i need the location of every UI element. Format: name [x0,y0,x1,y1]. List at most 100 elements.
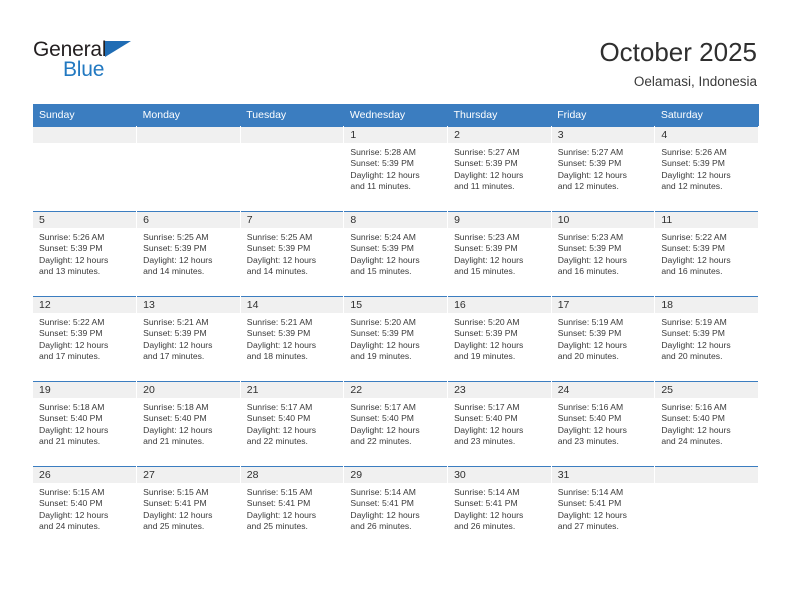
calendar-day-cell[interactable]: 18 Sunrise: 5:19 AM Sunset: 5:39 PM Dayligh… [654,296,759,382]
day-detail-line: Daylight: 12 hours [246,424,317,435]
day-detail-line: and 27 minutes. [557,521,619,532]
calendar-day-cell[interactable]: 3 Sunrise: 5:27 AM Sunset: 5:39 PM Daylight… [551,126,656,212]
day-detail-line: Daylight: 12 hours [557,254,627,265]
day-detail-line: Sunset: 5:40 PM [350,413,414,424]
calendar-day-cell[interactable]: 26 Sunrise: 5:15 AM Sunset: 5:40 PM Dayligh… [33,466,138,551]
day-number [33,127,137,143]
day-detail-line: Daylight: 12 hours [143,424,213,435]
day-number: 5 [33,212,137,228]
day-detail-line: Daylight: 12 hours [143,339,213,350]
calendar-week-row: 1 Sunrise: 5:28 AM Sunset: 5:39 PM Daylight… [33,126,759,212]
calendar-day-cell[interactable]: 25 Sunrise: 5:16 AM Sunset: 5:40 PM Dayligh… [654,381,759,467]
day-detail-line: Sunset: 5:41 PM [557,498,622,509]
general-blue-logo[interactable]: General Blue [33,38,153,84]
calendar-day-cell[interactable]: 15 Sunrise: 5:20 AM Sunset: 5:39 PM Dayligh… [343,296,449,382]
day-detail-line: Daylight: 12 hours [39,339,109,350]
day-number: 10 [551,212,655,228]
calendar-day-cell[interactable]: 14 Sunrise: 5:21 AM Sunset: 5:39 PM Dayligh… [240,296,345,382]
day-detail-line: and 15 minutes. [350,266,412,277]
day-detail-line: Sunset: 5:39 PM [661,328,725,339]
calendar-day-cell-empty [240,126,345,212]
calendar-day-cell[interactable]: 31 Sunrise: 5:14 AM Sunset: 5:41 PM Dayligh… [551,466,656,551]
calendar-day-cell[interactable]: 9 Sunrise: 5:23 AM Sunset: 5:39 PM Daylight… [447,211,552,297]
calendar-day-cell[interactable]: 12 Sunrise: 5:22 AM Sunset: 5:39 PM Dayligh… [33,296,138,382]
day-number: 13 [137,297,240,313]
day-detail-line: Daylight: 12 hours [557,424,627,435]
day-number [655,467,758,483]
day-detail-line: Sunrise: 5:18 AM [39,402,105,412]
calendar-day-cell[interactable]: 2 Sunrise: 5:27 AM Sunset: 5:39 PM Daylight… [447,126,552,212]
day-details: Sunrise: 5:17 AM Sunset: 5:40 PM Daylight:… [448,398,551,448]
day-detail-line: and 20 minutes. [557,351,619,362]
day-number: 26 [33,467,137,483]
weekday-header-monday: Monday [136,104,241,127]
day-detail-line: Sunset: 5:39 PM [350,158,414,169]
calendar-page: General Blue October 2025 Oelamasi, Indo… [0,0,792,612]
day-detail-line: Daylight: 12 hours [39,509,109,520]
calendar-day-cell[interactable]: 7 Sunrise: 5:25 AM Sunset: 5:39 PM Daylight… [240,211,345,297]
calendar-day-cell[interactable]: 30 Sunrise: 5:14 AM Sunset: 5:41 PM Dayligh… [447,466,552,551]
calendar-day-cell[interactable]: 5 Sunrise: 5:26 AM Sunset: 5:39 PM Daylight… [33,211,138,297]
calendar-day-cell[interactable]: 6 Sunrise: 5:25 AM Sunset: 5:39 PM Daylight… [136,211,241,297]
calendar-day-cell[interactable]: 13 Sunrise: 5:21 AM Sunset: 5:39 PM Dayligh… [136,296,241,382]
calendar-day-cell[interactable]: 11 Sunrise: 5:22 AM Sunset: 5:39 PM Dayligh… [654,211,759,297]
calendar-day-cell[interactable]: 1 Sunrise: 5:28 AM Sunset: 5:39 PM Daylight… [343,126,449,212]
day-number [137,127,240,143]
calendar-week-row: 5 Sunrise: 5:26 AM Sunset: 5:39 PM Daylight… [33,211,759,297]
day-detail-line: Sunset: 5:39 PM [350,328,414,339]
calendar-day-cell[interactable]: 20 Sunrise: 5:18 AM Sunset: 5:40 PM Dayligh… [136,381,241,467]
calendar-day-cell[interactable]: 22 Sunrise: 5:17 AM Sunset: 5:40 PM Dayligh… [343,381,449,467]
day-detail-line: and 26 minutes. [454,521,516,532]
calendar-day-cell[interactable]: 8 Sunrise: 5:24 AM Sunset: 5:39 PM Daylight… [343,211,449,297]
title-block: October 2025 Oelamasi, Indonesia [599,36,757,91]
day-detail-line: and 20 minutes. [661,351,723,362]
day-detail-line: and 11 minutes. [454,181,515,192]
day-number: 4 [655,127,758,143]
calendar-day-cell[interactable]: 27 Sunrise: 5:15 AM Sunset: 5:41 PM Dayligh… [136,466,241,551]
day-detail-line: Daylight: 12 hours [350,254,420,265]
day-detail-line: Daylight: 12 hours [454,424,524,435]
day-detail-line: Daylight: 12 hours [661,339,731,350]
day-details: Sunrise: 5:22 AM Sunset: 5:39 PM Daylight:… [33,313,136,363]
day-details: Sunrise: 5:20 AM Sunset: 5:39 PM Daylight:… [448,313,551,363]
calendar-day-cell[interactable]: 16 Sunrise: 5:20 AM Sunset: 5:39 PM Dayligh… [447,296,552,382]
calendar-day-cell[interactable]: 29 Sunrise: 5:14 AM Sunset: 5:41 PM Dayligh… [343,466,449,551]
day-details: Sunrise: 5:15 AM Sunset: 5:40 PM Daylight:… [33,483,136,533]
calendar-day-cell[interactable]: 23 Sunrise: 5:17 AM Sunset: 5:40 PM Dayligh… [447,381,552,467]
calendar-week-row: 12 Sunrise: 5:22 AM Sunset: 5:39 PM Dayligh… [33,296,759,382]
day-number: 15 [344,297,448,313]
calendar-day-cell[interactable]: 28 Sunrise: 5:15 AM Sunset: 5:41 PM Dayligh… [240,466,345,551]
day-detail-line: Daylight: 12 hours [557,339,627,350]
day-detail-line: Sunrise: 5:25 AM [246,232,313,242]
day-details [655,483,758,487]
day-detail-line: Sunrise: 5:17 AM [246,402,313,412]
day-number: 20 [137,382,240,398]
calendar-day-cell[interactable]: 24 Sunrise: 5:16 AM Sunset: 5:40 PM Dayligh… [551,381,656,467]
day-number [240,127,344,143]
day-detail-line: and 19 minutes. [350,351,412,362]
calendar-day-cell[interactable]: 19 Sunrise: 5:18 AM Sunset: 5:40 PM Dayligh… [33,381,138,467]
day-detail-line: Daylight: 12 hours [39,424,109,435]
day-number: 12 [33,297,137,313]
day-details: Sunrise: 5:23 AM Sunset: 5:39 PM Daylight:… [448,228,551,278]
day-details: Sunrise: 5:17 AM Sunset: 5:40 PM Daylight:… [344,398,447,448]
day-number: 29 [344,467,448,483]
day-detail-line: Sunrise: 5:21 AM [143,317,209,327]
calendar-day-cell[interactable]: 21 Sunrise: 5:17 AM Sunset: 5:40 PM Dayligh… [240,381,345,467]
day-number: 30 [448,467,551,483]
day-number: 14 [240,297,344,313]
day-detail-line: Sunrise: 5:22 AM [661,232,727,242]
day-number: 9 [448,212,551,228]
day-details [33,143,136,147]
day-detail-line: Sunset: 5:39 PM [557,328,622,339]
calendar-day-cell[interactable]: 17 Sunrise: 5:19 AM Sunset: 5:39 PM Dayligh… [551,296,656,382]
day-details: Sunrise: 5:16 AM Sunset: 5:40 PM Daylight:… [655,398,758,448]
day-detail-line: Daylight: 12 hours [454,509,524,520]
day-detail-line: Daylight: 12 hours [557,169,627,180]
day-details: Sunrise: 5:24 AM Sunset: 5:39 PM Daylight:… [344,228,447,278]
weekday-header-sunday: Sunday [33,104,137,127]
calendar-day-cell[interactable]: 10 Sunrise: 5:23 AM Sunset: 5:39 PM Dayligh… [551,211,656,297]
day-number: 1 [344,127,448,143]
calendar-day-cell[interactable]: 4 Sunrise: 5:26 AM Sunset: 5:39 PM Daylight… [654,126,759,212]
day-details: Sunrise: 5:21 AM Sunset: 5:39 PM Daylight:… [137,313,240,363]
